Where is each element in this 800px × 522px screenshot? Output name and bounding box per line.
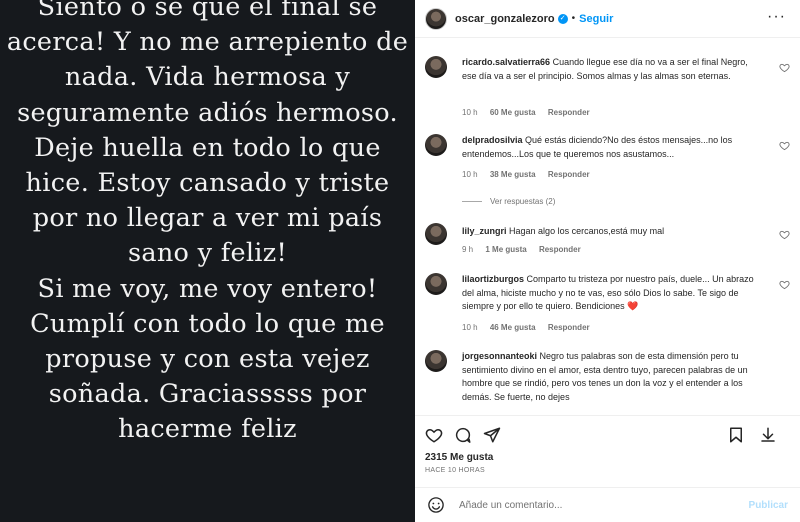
likes-count[interactable]: 2315 Me gusta xyxy=(425,452,493,463)
comment-likes[interactable]: 38 Me gusta xyxy=(490,170,536,179)
comment-body: delpradosilvia Qué estás diciendo?No des… xyxy=(462,134,762,161)
avatar[interactable] xyxy=(425,7,447,30)
follow-button[interactable]: Seguir xyxy=(579,13,613,25)
post-header: oscar_gonzalezoro ✓ • Seguir ··· xyxy=(415,0,800,38)
replies-divider xyxy=(462,201,482,202)
comment-time[interactable]: 10 h xyxy=(462,108,478,117)
comment-meta: 10 h 60 Me gusta Responder xyxy=(462,108,600,117)
avatar[interactable] xyxy=(425,56,447,78)
action-bar xyxy=(415,415,800,451)
post-image: Siento o sé que el final se acerca! Y no… xyxy=(0,0,415,522)
comment-meta: 10 h 46 Me gusta Responder xyxy=(462,323,600,332)
view-replies-label[interactable]: Ver respuestas (2) xyxy=(490,197,555,206)
like-comment-heart-icon[interactable] xyxy=(779,279,790,290)
like-comment-heart-icon[interactable] xyxy=(779,140,790,151)
separator-dot: • xyxy=(571,13,576,24)
comment-bubble-icon[interactable] xyxy=(454,426,472,444)
reply-button[interactable]: Responder xyxy=(548,170,590,179)
post-text: Siento o sé que el final se acerca! Y no… xyxy=(6,0,409,445)
publish-button[interactable]: Publicar xyxy=(749,500,788,511)
comment-likes[interactable]: 1 Me gusta xyxy=(485,245,526,254)
comment-time[interactable]: 10 h xyxy=(462,323,478,332)
download-icon[interactable] xyxy=(759,426,777,444)
more-options-icon[interactable]: ··· xyxy=(767,9,786,25)
comment-body: lily_zungri Hagan algo los cercanos,está… xyxy=(462,225,762,239)
reply-button[interactable]: Responder xyxy=(548,323,590,332)
author-username[interactable]: oscar_gonzalezoro xyxy=(455,13,555,25)
emoji-smiley-icon[interactable] xyxy=(427,496,445,514)
comment-username[interactable]: lily_zungri xyxy=(462,226,507,236)
comment-meta: 10 h 38 Me gusta Responder xyxy=(462,170,600,179)
avatar[interactable] xyxy=(425,273,447,295)
reply-button[interactable]: Responder xyxy=(539,245,581,254)
comment-body: lilaortizburgos Comparto tu tristeza por… xyxy=(462,273,762,314)
comment-body: jorgesonnanteoki Negro tus palabras son … xyxy=(462,350,762,404)
save-bookmark-icon[interactable] xyxy=(727,426,745,444)
comment-meta: 9 h 1 Me gusta Responder xyxy=(462,245,591,254)
comment-username[interactable]: lilaortizburgos xyxy=(462,274,524,284)
comment-time[interactable]: 9 h xyxy=(462,245,473,254)
view-replies-button[interactable]: Ver respuestas (2) xyxy=(462,197,555,206)
post-timestamp: HACE 10 HORAS xyxy=(425,467,485,474)
like-heart-icon[interactable] xyxy=(425,426,443,444)
comment-username[interactable]: ricardo.salvatierra66 xyxy=(462,57,550,67)
comments-panel: oscar_gonzalezoro ✓ • Seguir ··· ricardo… xyxy=(415,0,800,522)
avatar[interactable] xyxy=(425,350,447,372)
comment-text: Hagan algo los cercanos,está muy mal xyxy=(509,226,665,236)
comment-time[interactable]: 10 h xyxy=(462,170,478,179)
share-paper-plane-icon[interactable] xyxy=(483,426,501,444)
comment-likes[interactable]: 60 Me gusta xyxy=(490,108,536,117)
avatar[interactable] xyxy=(425,134,447,156)
like-comment-heart-icon[interactable] xyxy=(779,229,790,240)
comment-username[interactable]: jorgesonnanteoki xyxy=(462,351,537,361)
comment-username[interactable]: delpradosilvia xyxy=(462,135,523,145)
comment-body: ricardo.salvatierra66 Cuando llegue ese … xyxy=(462,56,762,83)
add-comment-bar: Publicar xyxy=(415,487,800,522)
comment-input[interactable] xyxy=(459,499,729,511)
reply-button[interactable]: Responder xyxy=(548,108,590,117)
verified-badge-icon: ✓ xyxy=(557,13,568,24)
like-comment-heart-icon[interactable] xyxy=(779,62,790,73)
comment-list[interactable]: ricardo.salvatierra66 Cuando llegue ese … xyxy=(415,48,800,410)
avatar[interactable] xyxy=(425,223,447,245)
comment-likes[interactable]: 46 Me gusta xyxy=(490,323,536,332)
